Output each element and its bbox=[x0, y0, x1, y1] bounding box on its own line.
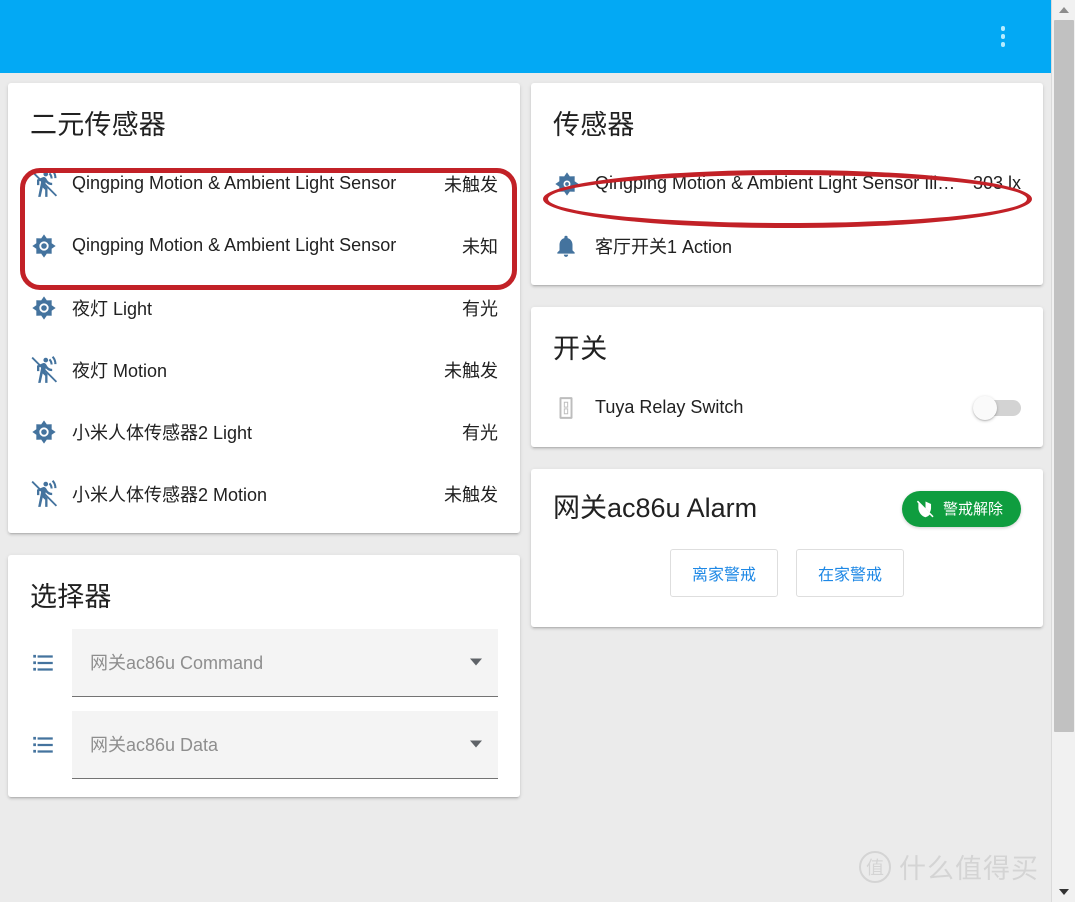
chevron-down-icon bbox=[470, 740, 482, 748]
shield-off-icon bbox=[916, 499, 935, 518]
entity-name: 夜灯 Motion bbox=[72, 360, 168, 381]
entity-name: Qingping Motion & Ambient Light Sensor I… bbox=[595, 173, 956, 194]
card-title: 开关 bbox=[553, 333, 608, 364]
entity-row[interactable]: 夜灯 Motion 未触发 bbox=[8, 339, 520, 401]
entity-state: 有光 bbox=[462, 422, 498, 443]
switch-card: 开关 Tuya Relay Switch bbox=[531, 306, 1043, 447]
entity-name: 夜灯 Light bbox=[72, 298, 153, 319]
brightness-icon bbox=[30, 418, 72, 446]
disarm-button[interactable]: 警戒解除 bbox=[901, 490, 1021, 527]
motion-sensor-off-icon bbox=[30, 479, 72, 508]
dashboard-canvas: 二元传感器 Qingping Motion & Ambient Light Se… bbox=[0, 73, 1051, 902]
select-value: 网关ac86u Command bbox=[90, 653, 264, 673]
light-switch-icon bbox=[553, 395, 595, 421]
arm-home-button[interactable]: 在家警戒 bbox=[796, 548, 904, 597]
binary-sensor-card: 二元传感器 Qingping Motion & Ambient Light Se… bbox=[8, 83, 520, 533]
card-title: 传感器 bbox=[553, 110, 635, 140]
selector-row: 网关ac86u Command bbox=[8, 625, 520, 707]
bell-icon bbox=[553, 233, 595, 259]
entity-row[interactable]: Tuya Relay Switch bbox=[531, 377, 1043, 439]
brightness-icon bbox=[30, 294, 72, 322]
alarm-card: 网关ac86u Alarm 警戒解除 离家警戒 在家警戒 bbox=[531, 468, 1043, 627]
selector-row: 网关ac86u Data bbox=[8, 707, 520, 789]
card-title: 网关ac86u Alarm bbox=[553, 492, 758, 523]
brightness-icon bbox=[30, 232, 72, 260]
card-title: 选择器 bbox=[30, 581, 112, 612]
entity-name: Qingping Motion & Ambient Light Sensor bbox=[72, 173, 397, 194]
entity-name: 客厅开关1 Action bbox=[595, 236, 733, 257]
alarm-mode-buttons: 离家警戒 在家警戒 bbox=[531, 533, 1043, 619]
entity-state: 未触发 bbox=[444, 484, 498, 505]
entity-state: 未触发 bbox=[444, 174, 498, 195]
motion-sensor-off-icon bbox=[30, 169, 72, 198]
disarm-button-label: 警戒解除 bbox=[942, 501, 1003, 518]
menu-dot bbox=[1000, 26, 1006, 31]
caret-up-icon[interactable] bbox=[1052, 0, 1075, 20]
vertical-scrollbar[interactable] bbox=[1051, 0, 1075, 902]
app-root: 二元传感器 Qingping Motion & Ambient Light Se… bbox=[0, 0, 1075, 902]
scrollbar-thumb[interactable] bbox=[1054, 20, 1074, 732]
relay-switch-toggle[interactable] bbox=[967, 395, 1021, 420]
entity-state: 未知 bbox=[462, 236, 498, 257]
app-bar bbox=[0, 0, 1051, 73]
entity-name: 小米人体传感器2 Light bbox=[72, 422, 253, 443]
menu-dot bbox=[1000, 34, 1006, 39]
entity-row[interactable]: Qingping Motion & Ambient Light Sensor I… bbox=[531, 153, 1043, 215]
entity-row[interactable]: 夜灯 Light 有光 bbox=[8, 277, 520, 339]
select-gateway-data[interactable]: 网关ac86u Data bbox=[72, 710, 498, 779]
select-gateway-command[interactable]: 网关ac86u Command bbox=[72, 628, 498, 697]
motion-sensor-off-icon bbox=[30, 355, 72, 384]
format-list-bulleted-icon bbox=[30, 732, 72, 758]
select-value: 网关ac86u Data bbox=[90, 735, 219, 755]
dashboard-column-left: 二元传感器 Qingping Motion & Ambient Light Se… bbox=[8, 83, 520, 819]
caret-down-icon[interactable] bbox=[1052, 882, 1075, 902]
alarm-header: 网关ac86u Alarm 警戒解除 bbox=[531, 469, 1043, 533]
entity-name: Qingping Motion & Ambient Light Sensor bbox=[72, 235, 397, 256]
entity-row[interactable]: Qingping Motion & Ambient Light Sensor 未… bbox=[8, 215, 520, 277]
selector-card: 选择器 网关ac86u Command 网关ac86u Data bbox=[8, 554, 520, 797]
entity-row[interactable]: 客厅开关1 Action bbox=[531, 215, 1043, 277]
entity-state: 有光 bbox=[462, 298, 498, 319]
dashboard-column-right: 传感器 Qingping Motion & Ambient Light Sens… bbox=[531, 83, 1043, 649]
entity-name: 小米人体传感器2 Motion bbox=[72, 484, 268, 505]
sensor-card: 传感器 Qingping Motion & Ambient Light Sens… bbox=[531, 83, 1043, 285]
entity-row[interactable]: Qingping Motion & Ambient Light Sensor 未… bbox=[8, 153, 520, 215]
entity-row[interactable]: 小米人体传感器2 Motion 未触发 bbox=[8, 463, 520, 525]
card-title: 二元传感器 bbox=[30, 110, 166, 140]
more-vertical-icon[interactable] bbox=[991, 25, 1015, 49]
toggle-knob bbox=[973, 395, 997, 420]
chevron-down-icon bbox=[470, 658, 482, 666]
entity-state: 未触发 bbox=[444, 360, 498, 381]
entity-row[interactable]: 小米人体传感器2 Light 有光 bbox=[8, 401, 520, 463]
format-list-bulleted-icon bbox=[30, 650, 72, 676]
menu-dot bbox=[1000, 42, 1006, 47]
entity-name: Tuya Relay Switch bbox=[595, 397, 744, 417]
entity-state: 303 lx bbox=[972, 173, 1021, 194]
brightness-icon bbox=[553, 170, 595, 198]
arm-away-button[interactable]: 离家警戒 bbox=[670, 548, 778, 597]
